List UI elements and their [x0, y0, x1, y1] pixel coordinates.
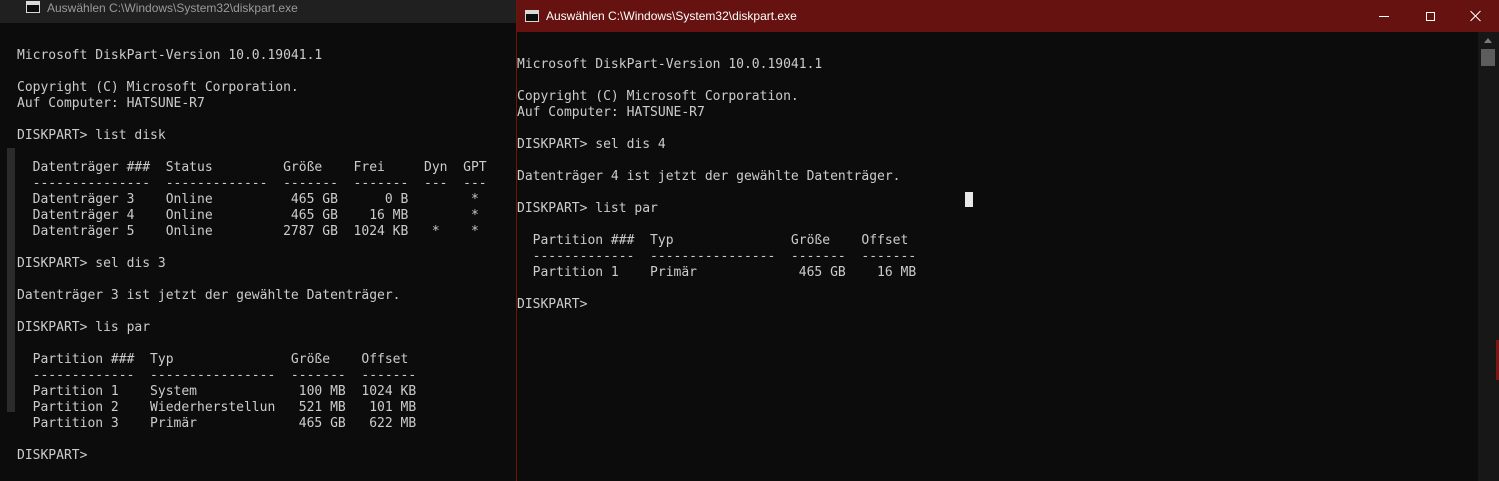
title-bar[interactable]: Auswählen C:\Windows\System32\diskpart.e…	[517, 0, 1499, 32]
window-controls	[1361, 0, 1499, 32]
minimize-icon	[1379, 15, 1389, 17]
scroll-up-icon[interactable]	[1484, 38, 1492, 43]
text-cursor	[965, 192, 973, 207]
scrollbar-track[interactable]	[7, 148, 15, 412]
window-title: Auswählen C:\Windows\System32\diskpart.e…	[47, 1, 298, 15]
console-output[interactable]: Microsoft DiskPart-Version 10.0.19041.1 …	[517, 41, 916, 313]
window-title: Auswählen C:\Windows\System32\diskpart.e…	[546, 9, 797, 23]
scrollbar-thumb[interactable]	[1481, 49, 1495, 66]
minimize-button[interactable]	[1361, 0, 1407, 32]
diskpart-window-left[interactable]: Auswählen C:\Windows\System32\diskpart.e…	[0, 0, 516, 481]
close-icon	[1470, 10, 1482, 22]
diskpart-window-right[interactable]: Auswählen C:\Windows\System32\diskpart.e…	[516, 0, 1499, 481]
title-bar[interactable]: Auswählen C:\Windows\System32\diskpart.e…	[0, 0, 516, 23]
close-button[interactable]	[1453, 0, 1499, 32]
maximize-button[interactable]	[1407, 0, 1453, 32]
console-output[interactable]: Microsoft DiskPart-Version 10.0.19041.1 …	[17, 32, 487, 464]
vertical-scrollbar[interactable]	[1478, 32, 1499, 481]
console-app-icon	[26, 1, 40, 13]
maximize-icon	[1425, 11, 1435, 21]
console-app-icon	[525, 10, 539, 22]
